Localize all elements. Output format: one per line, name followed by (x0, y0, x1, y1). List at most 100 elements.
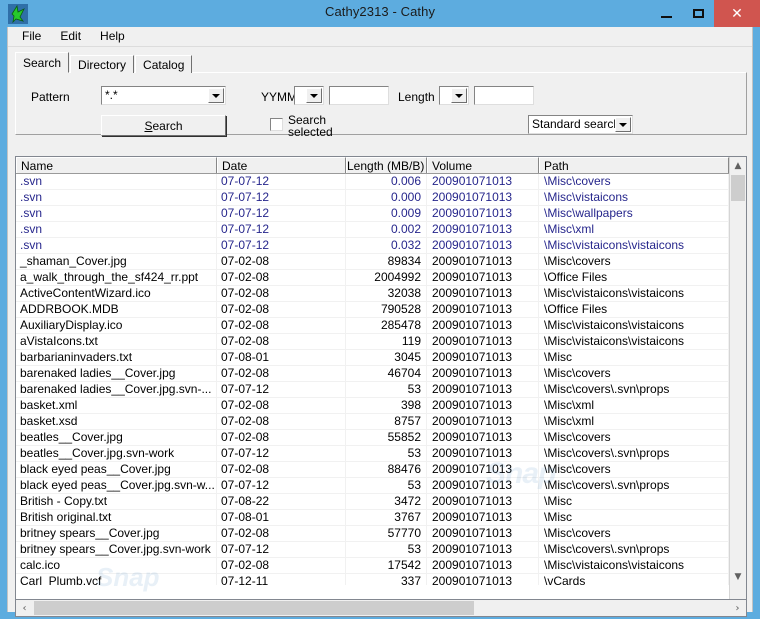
cell-name: britney spears__Cover.jpg.svn-work (16, 542, 217, 557)
table-row[interactable]: britney spears__Cover.jpg07-02-085777020… (16, 526, 729, 542)
cell-name: barbarianinvaders.txt (16, 350, 217, 365)
cell-volume: 200901071013 (427, 398, 539, 413)
column-header-name[interactable]: Name (16, 157, 217, 173)
cell-length: 3767 (346, 510, 427, 525)
table-row[interactable]: black eyed peas__Cover.jpg07-02-08884762… (16, 462, 729, 478)
menu-bar: File Edit Help (8, 27, 752, 47)
chevron-down-icon[interactable] (306, 88, 322, 103)
table-row[interactable]: .svn07-07-120.000200901071013\Misc\vista… (16, 190, 729, 206)
search-button[interactable]: Search (101, 115, 226, 136)
minimize-button[interactable] (650, 0, 682, 27)
tab-catalog[interactable]: Catalog (135, 55, 192, 73)
scroll-up-icon[interactable]: ▲ (730, 157, 746, 174)
table-row[interactable]: beatles__Cover.jpg07-02-0855852200901071… (16, 430, 729, 446)
table-row[interactable]: basket.xml07-02-08398200901071013\Misc\x… (16, 398, 729, 414)
cell-date: 07-07-12 (217, 190, 346, 205)
menu-item-edit[interactable]: Edit (55, 28, 90, 45)
search-mode-combo[interactable]: Standard search (528, 115, 633, 134)
horizontal-scroll-thumb[interactable] (34, 601, 474, 615)
table-row[interactable]: barenaked ladies__Cover.jpg07-02-0846704… (16, 366, 729, 382)
column-header-path[interactable]: Path (539, 157, 729, 173)
cell-date: 07-07-12 (217, 174, 346, 189)
cell-path: \Misc\vistaicons\vistaicons (539, 238, 729, 253)
cell-path: \Misc\covers\.svn\props (539, 542, 729, 557)
column-header-volume[interactable]: Volume (427, 157, 539, 173)
cell-volume: 200901071013 (427, 254, 539, 269)
table-row[interactable]: _shaman_Cover.jpg07-02-08898342009010710… (16, 254, 729, 270)
horizontal-scrollbar[interactable]: ‹ › (15, 599, 747, 617)
cell-volume: 200901071013 (427, 462, 539, 477)
chevron-down-icon[interactable] (615, 117, 631, 132)
title-bar[interactable]: Cathy2313 - Cathy ✕ (0, 0, 760, 27)
length-operator-combo[interactable] (439, 86, 469, 105)
tab-directory[interactable]: Directory (70, 55, 134, 73)
length-input[interactable] (474, 86, 534, 105)
vertical-scrollbar[interactable]: ▲ ▼ (729, 157, 746, 602)
search-button-label-rest: earch (152, 119, 182, 133)
table-row[interactable]: barenaked ladies__Cover.jpg.svn-...07-07… (16, 382, 729, 398)
table-row[interactable]: barbarianinvaders.txt07-08-0130452009010… (16, 350, 729, 366)
cell-volume: 200901071013 (427, 526, 539, 541)
cell-date: 07-02-08 (217, 302, 346, 317)
search-selected-checkbox[interactable] (270, 118, 283, 131)
minimize-icon (661, 16, 672, 18)
cell-volume: 200901071013 (427, 334, 539, 349)
table-row[interactable]: aVistaIcons.txt07-02-08119200901071013\M… (16, 334, 729, 350)
cell-name: .svn (16, 206, 217, 221)
yymmdd-input[interactable] (329, 86, 389, 105)
cell-volume: 200901071013 (427, 382, 539, 397)
maximize-button[interactable] (682, 0, 714, 27)
tab-search[interactable]: Search (15, 52, 69, 73)
table-row[interactable]: basket.xsd07-02-088757200901071013\Misc\… (16, 414, 729, 430)
table-row[interactable]: a_walk_through_the_sf424_rr.ppt07-02-082… (16, 270, 729, 286)
cell-date: 07-08-01 (217, 350, 346, 365)
table-row[interactable]: .svn07-07-120.032200901071013\Misc\vista… (16, 238, 729, 254)
yymmdd-operator-combo[interactable] (294, 86, 324, 105)
cell-volume: 200901071013 (427, 318, 539, 333)
cell-length: 53 (346, 382, 427, 397)
table-row[interactable]: AuxiliaryDisplay.ico07-02-08285478200901… (16, 318, 729, 334)
table-row[interactable]: British - Copy.txt07-08-2234722009010710… (16, 494, 729, 510)
scroll-right-icon[interactable]: › (729, 600, 746, 616)
table-row[interactable]: black eyed peas__Cover.jpg.svn-w...07-07… (16, 478, 729, 494)
cell-path: \Office Files (539, 270, 729, 285)
cell-date: 07-02-08 (217, 462, 346, 477)
cell-path: \Misc\covers (539, 430, 729, 445)
table-row[interactable]: .svn07-07-120.009200901071013\Misc\wallp… (16, 206, 729, 222)
cell-length: 8757 (346, 414, 427, 429)
cell-path: \Misc (539, 494, 729, 509)
table-row[interactable]: calc.ico07-02-0817542200901071013\Misc\v… (16, 558, 729, 574)
table-row[interactable]: ADDRBOOK.MDB07-02-08790528200901071013\O… (16, 302, 729, 318)
scroll-down-icon[interactable]: ▼ (730, 568, 746, 585)
close-button[interactable]: ✕ (714, 0, 760, 27)
table-row[interactable]: British original.txt07-08-01376720090107… (16, 510, 729, 526)
table-row[interactable]: beatles__Cover.jpg.svn-work07-07-1253200… (16, 446, 729, 462)
cell-date: 07-02-08 (217, 254, 346, 269)
table-row[interactable]: ActiveContentWizard.ico07-02-08320382009… (16, 286, 729, 302)
cell-date: 07-07-12 (217, 238, 346, 253)
cell-length: 790528 (346, 302, 427, 317)
cell-length: 0.009 (346, 206, 427, 221)
cell-path: \Misc\vistaicons\vistaicons (539, 558, 729, 573)
menu-item-help[interactable]: Help (95, 28, 134, 45)
menu-item-file[interactable]: File (17, 28, 50, 45)
table-row[interactable]: Carl_Plumb.vcf07-12-11337200901071013\vC… (16, 574, 729, 585)
table-row[interactable]: britney spears__Cover.jpg.svn-work07-07-… (16, 542, 729, 558)
chevron-down-icon[interactable] (451, 88, 467, 103)
cell-volume: 200901071013 (427, 222, 539, 237)
scroll-left-icon[interactable]: ‹ (16, 600, 33, 616)
cell-volume: 200901071013 (427, 558, 539, 573)
cell-volume: 200901071013 (427, 190, 539, 205)
pattern-combo[interactable]: *.* (101, 86, 226, 105)
chevron-down-icon[interactable] (208, 88, 224, 103)
table-row[interactable]: .svn07-07-120.002200901071013\Misc\xml (16, 222, 729, 238)
column-header-length[interactable]: Length (MB/B) (346, 157, 427, 173)
cell-name: basket.xml (16, 398, 217, 413)
results-list[interactable]: Name Date Length (MB/B) Volume Path .svn… (15, 156, 747, 603)
table-row[interactable]: .svn07-07-120.006200901071013\Misc\cover… (16, 174, 729, 190)
application-window: Cathy2313 - Cathy ✕ File Edit Help Searc… (0, 0, 760, 619)
vertical-scroll-thumb[interactable] (731, 175, 745, 201)
cell-volume: 200901071013 (427, 238, 539, 253)
cell-volume: 200901071013 (427, 446, 539, 461)
column-header-date[interactable]: Date (217, 157, 346, 173)
